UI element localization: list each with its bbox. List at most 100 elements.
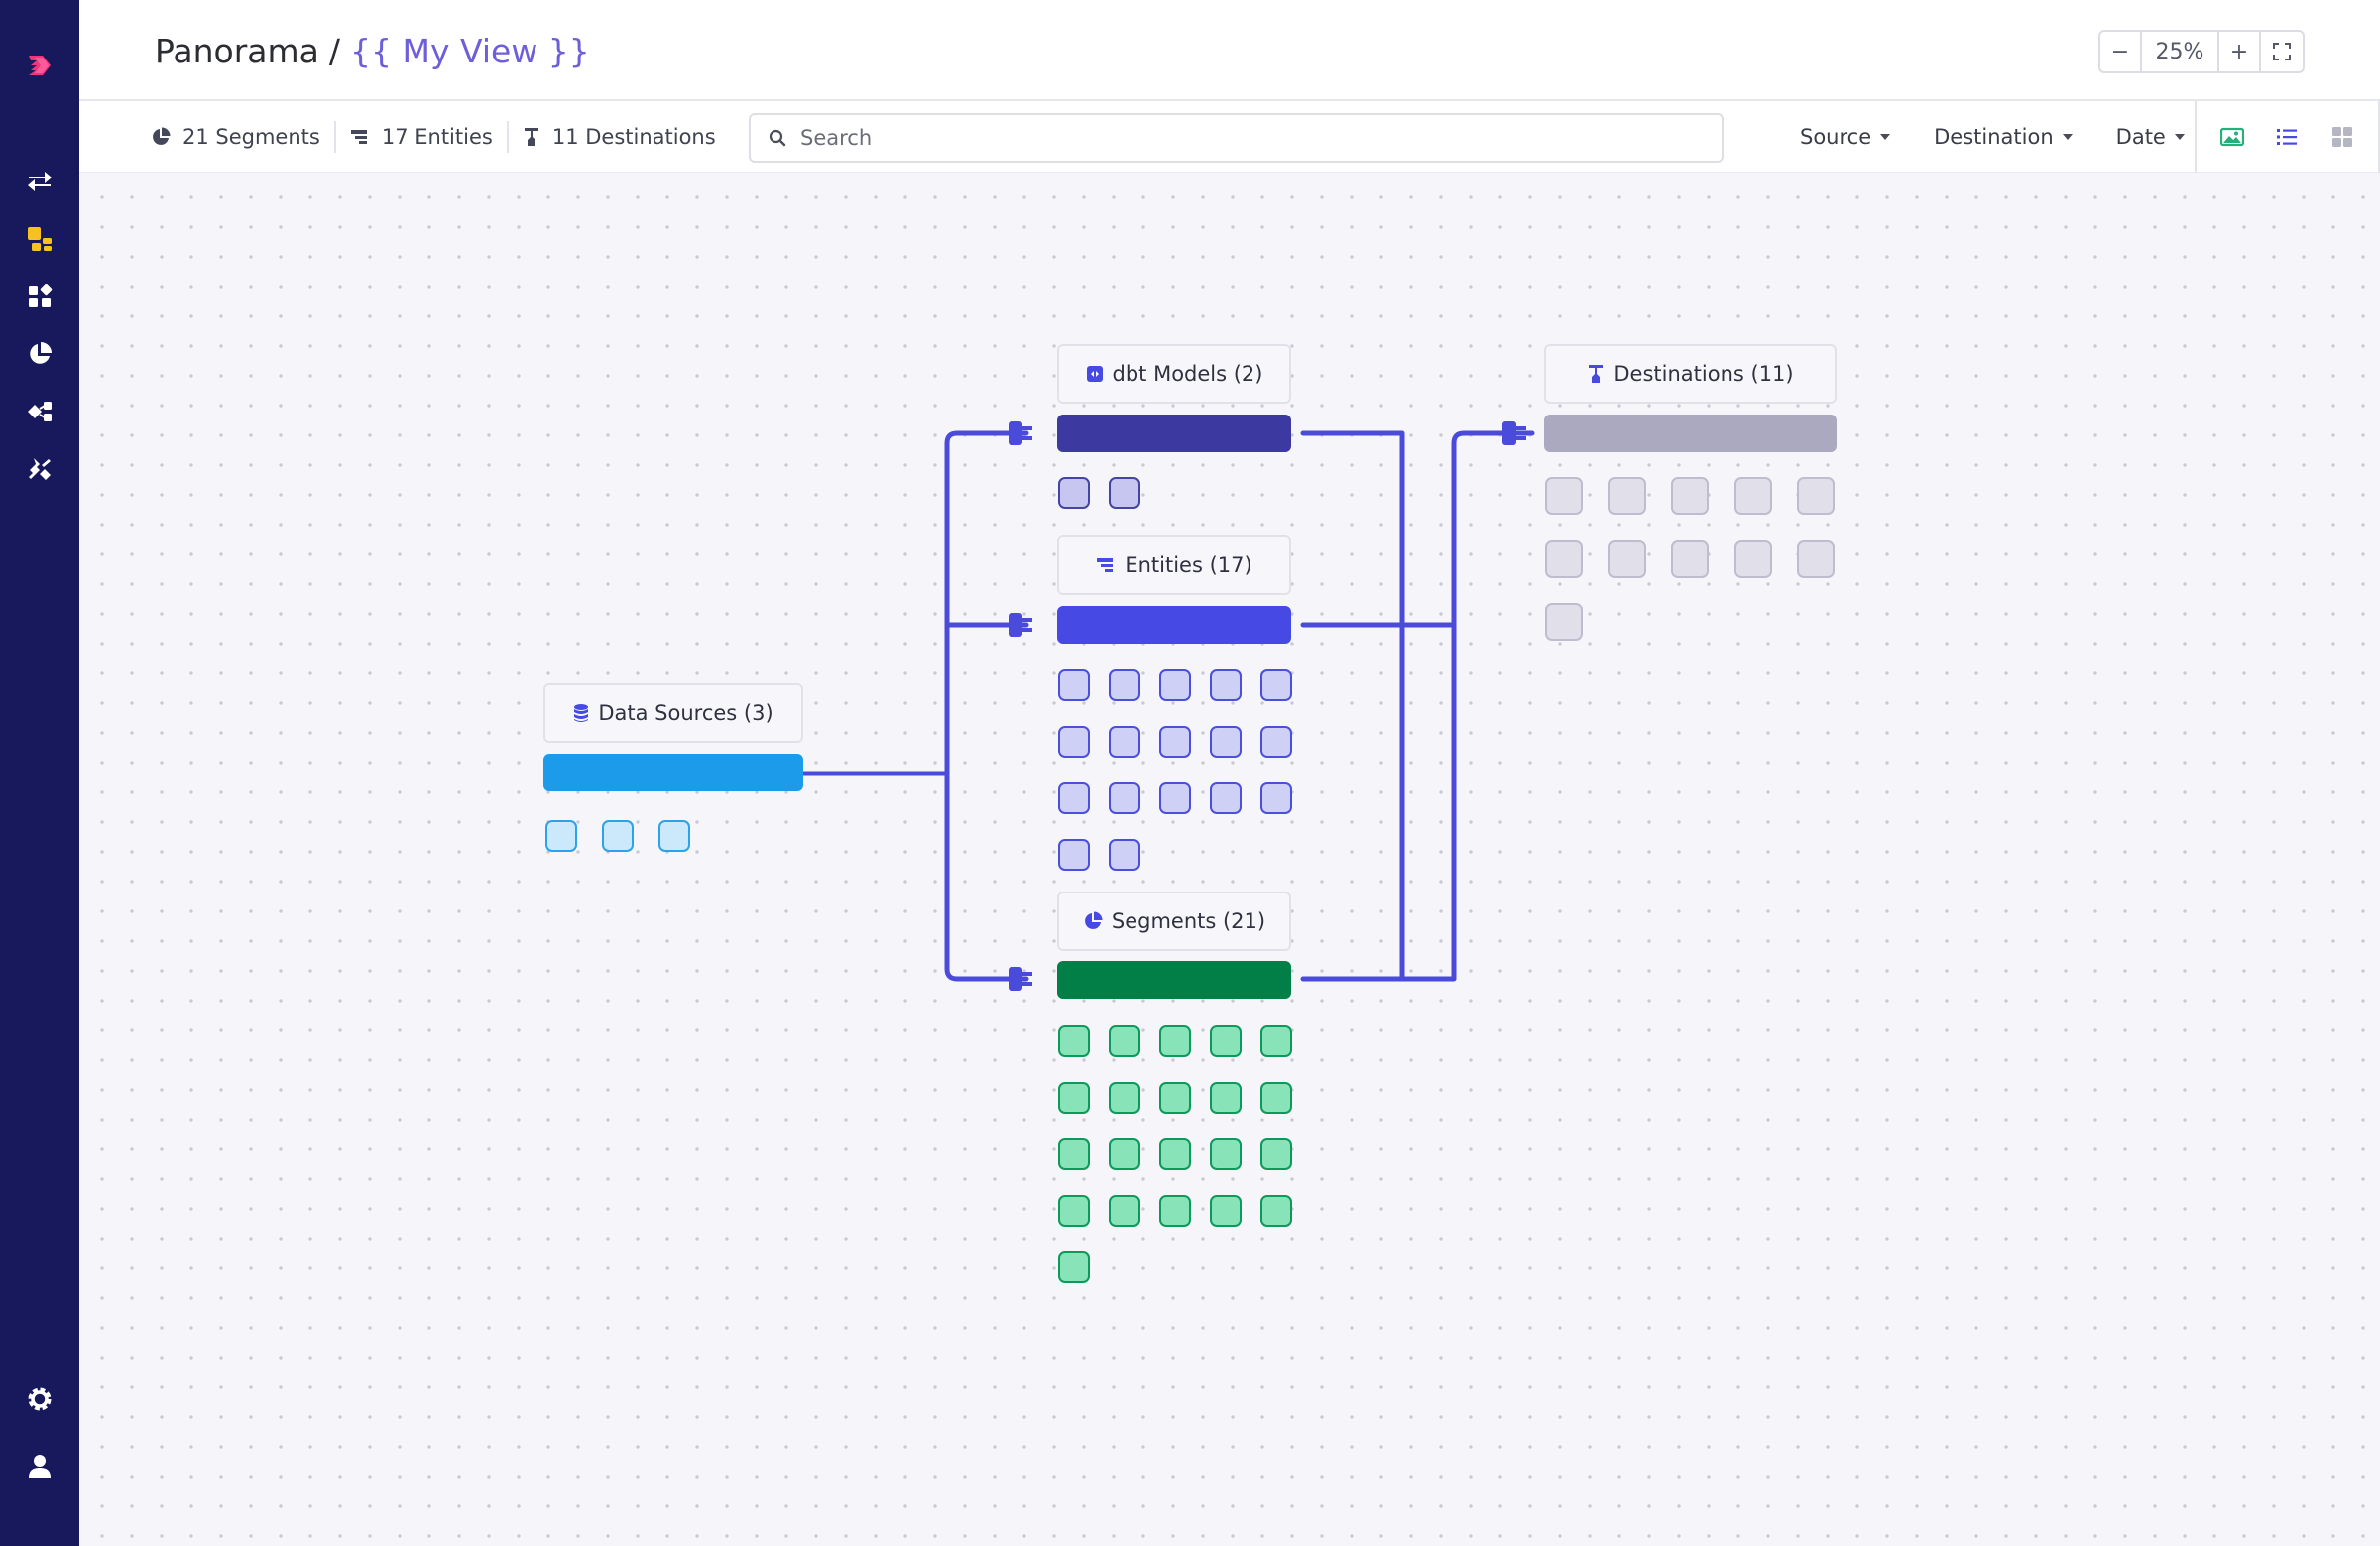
entity-item[interactable] <box>1109 669 1140 701</box>
segment-item[interactable] <box>1159 1195 1191 1227</box>
destination-item[interactable] <box>1671 539 1709 578</box>
fullscreen-button[interactable] <box>2259 32 2303 71</box>
segment-item[interactable] <box>1260 1195 1292 1227</box>
entity-item[interactable] <box>1260 669 1292 701</box>
zoom-in-button[interactable]: + <box>2219 32 2259 71</box>
segments-bar[interactable] <box>1057 961 1291 999</box>
logo-icon[interactable] <box>0 44 79 87</box>
segment-item[interactable] <box>1159 1025 1191 1057</box>
destination-item[interactable] <box>1607 539 1646 578</box>
data-source-item[interactable] <box>602 820 634 852</box>
destination-item[interactable] <box>1671 477 1709 515</box>
entity-item[interactable] <box>1159 782 1191 814</box>
entity-item[interactable] <box>1159 669 1191 701</box>
segment-item[interactable] <box>1109 1195 1140 1227</box>
stat-destinations[interactable]: 11 Destinations <box>506 121 730 153</box>
pie-chart-icon <box>1084 911 1103 929</box>
search-input[interactable] <box>800 126 1673 150</box>
destination-item[interactable] <box>1733 477 1772 515</box>
models-icon[interactable] <box>0 217 79 261</box>
user-icon[interactable] <box>0 1444 79 1487</box>
image-view-button[interactable] <box>2212 117 2252 157</box>
entity-item[interactable] <box>1109 839 1140 871</box>
segment-item[interactable] <box>1210 1138 1242 1170</box>
grid-view-button[interactable] <box>2322 117 2362 157</box>
audiences-icon[interactable] <box>0 390 79 433</box>
data-source-item[interactable] <box>658 820 690 852</box>
entity-item[interactable] <box>1260 782 1292 814</box>
destination-item[interactable] <box>1545 539 1583 578</box>
source-filter-dropdown[interactable]: Source <box>1800 125 1891 149</box>
destination-item[interactable] <box>1797 539 1835 578</box>
destination-item[interactable] <box>1545 477 1583 515</box>
entity-item[interactable] <box>1159 726 1191 758</box>
segments-node-label[interactable]: Segments (21) <box>1057 892 1291 951</box>
entity-item[interactable] <box>1058 669 1090 701</box>
apps-icon[interactable] <box>0 275 79 318</box>
destination-icon <box>524 128 538 146</box>
destination-item[interactable] <box>1545 603 1583 641</box>
destination-item[interactable] <box>1733 539 1772 578</box>
entity-icon <box>1097 558 1114 572</box>
image-view-icon <box>2219 127 2244 147</box>
view-mode-toggle <box>2195 101 2380 173</box>
data-sources-bar[interactable] <box>543 754 803 791</box>
segment-item[interactable] <box>1159 1082 1191 1114</box>
integrations-icon[interactable] <box>0 447 79 491</box>
entity-item[interactable] <box>1210 726 1242 758</box>
breadcrumb-root[interactable]: Panorama <box>155 32 319 70</box>
fullscreen-icon <box>2273 43 2291 60</box>
entity-item[interactable] <box>1058 726 1090 758</box>
summary-stats: 21 Segments 17 Entities 11 Destinations <box>151 101 730 173</box>
segment-item[interactable] <box>1058 1082 1090 1114</box>
data-sources-node-label[interactable]: Data Sources (3) <box>543 683 803 743</box>
segment-item[interactable] <box>1210 1025 1242 1057</box>
grid-view-icon <box>2332 127 2353 147</box>
destinations-bar[interactable] <box>1544 415 1837 452</box>
sync-icon[interactable] <box>0 160 79 203</box>
segment-item[interactable] <box>1058 1195 1090 1227</box>
entity-item[interactable] <box>1109 726 1140 758</box>
segments-icon[interactable] <box>0 332 79 376</box>
stat-entities[interactable]: 17 Entities <box>333 121 507 153</box>
date-filter-dropdown[interactable]: Date <box>2116 125 2185 149</box>
breadcrumb-view-name[interactable]: {{ My View }} <box>350 32 590 70</box>
entity-item[interactable] <box>1260 726 1292 758</box>
entities-node-label[interactable]: Entities (17) <box>1057 535 1291 595</box>
entities-bar[interactable] <box>1057 606 1291 644</box>
destination-item[interactable] <box>1607 477 1646 515</box>
list-view-button[interactable] <box>2267 117 2307 157</box>
segment-item[interactable] <box>1058 1025 1090 1057</box>
destination-filter-dropdown[interactable]: Destination <box>1934 125 2073 149</box>
entity-item[interactable] <box>1109 782 1140 814</box>
segment-item[interactable] <box>1109 1025 1140 1057</box>
data-source-item[interactable] <box>545 820 577 852</box>
dbt-models-bar[interactable] <box>1057 415 1291 452</box>
destination-filter-label: Destination <box>1934 125 2054 149</box>
segment-item[interactable] <box>1260 1082 1292 1114</box>
list-view-icon <box>2277 129 2298 145</box>
segment-item[interactable] <box>1210 1082 1242 1114</box>
segment-item[interactable] <box>1159 1138 1191 1170</box>
dbt-models-node-label[interactable]: dbt Models (2) <box>1057 344 1291 404</box>
segment-item[interactable] <box>1058 1251 1090 1283</box>
segment-item[interactable] <box>1260 1025 1292 1057</box>
segment-item[interactable] <box>1058 1138 1090 1170</box>
dbt-model-item[interactable] <box>1058 477 1090 509</box>
entity-item[interactable] <box>1210 782 1242 814</box>
destinations-node-label[interactable]: Destinations (11) <box>1544 344 1837 404</box>
segment-item[interactable] <box>1109 1082 1140 1114</box>
segment-item[interactable] <box>1260 1138 1292 1170</box>
settings-icon[interactable] <box>0 1377 79 1421</box>
entity-item[interactable] <box>1210 669 1242 701</box>
zoom-out-button[interactable]: − <box>2100 32 2140 71</box>
dbt-model-item[interactable] <box>1109 477 1140 509</box>
segment-item[interactable] <box>1210 1195 1242 1227</box>
stat-destinations-label: 11 Destinations <box>551 125 716 149</box>
stat-segments[interactable]: 21 Segments <box>151 121 334 153</box>
entities-label: Entities (17) <box>1125 553 1252 577</box>
entity-item[interactable] <box>1058 839 1090 871</box>
segment-item[interactable] <box>1109 1138 1140 1170</box>
entity-item[interactable] <box>1058 782 1090 814</box>
destination-item[interactable] <box>1797 477 1835 515</box>
